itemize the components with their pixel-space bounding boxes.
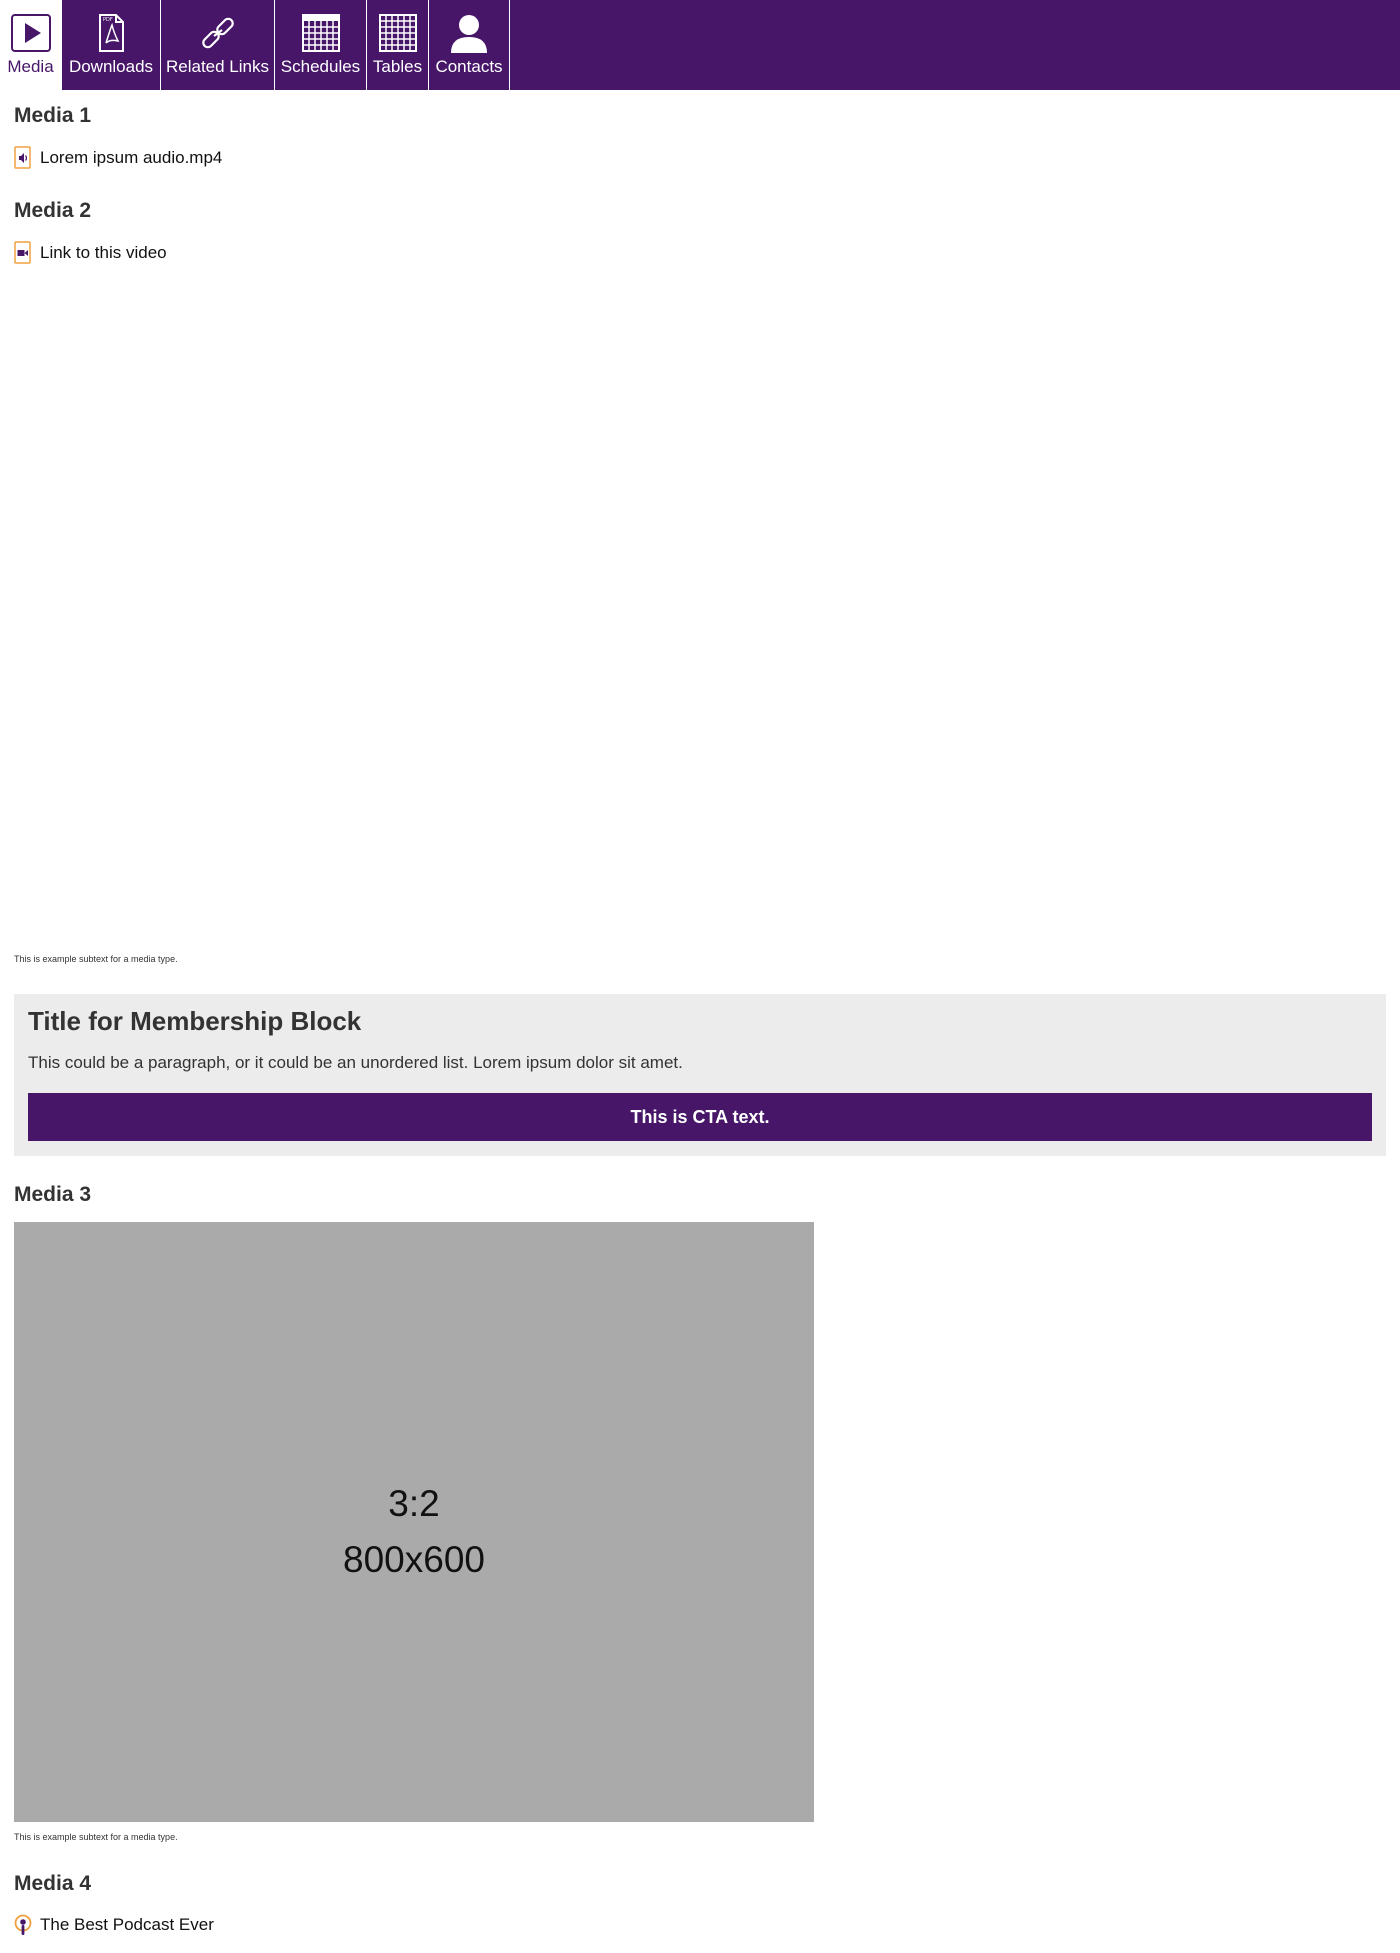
media-2-video-link[interactable]: Link to this video (14, 241, 167, 265)
tab-media[interactable]: Media (0, 0, 62, 90)
media-1-link-text[interactable]: Lorem ipsum audio.mp4 (40, 148, 222, 168)
media-2-link-text[interactable]: Link to this video (40, 243, 167, 263)
table-grid-icon (378, 14, 417, 52)
pdf-file-icon: PDF (99, 14, 124, 52)
play-icon (10, 14, 51, 52)
media-1-audio-link[interactable]: Lorem ipsum audio.mp4 (14, 146, 222, 170)
calendar-grid-icon (301, 14, 340, 52)
cta-button[interactable]: This is CTA text. (28, 1093, 1372, 1141)
media-4-heading: Media 4 (14, 1872, 92, 1895)
tab-label: Tables (372, 57, 423, 76)
media-3-heading: Media 3 (14, 1183, 92, 1206)
media-3-subtext: This is example subtext for a media type… (14, 1832, 178, 1842)
media-1-heading: Media 1 (14, 104, 92, 127)
audio-file-icon (14, 146, 31, 169)
tab-label: Schedules (280, 57, 361, 76)
media-4-link-text[interactable]: The Best Podcast Ever (40, 1915, 214, 1935)
media-2-heading: Media 2 (14, 199, 92, 222)
membership-text: This could be a paragraph, or it could b… (28, 1053, 683, 1072)
tab-contacts[interactable]: Contacts (429, 0, 510, 90)
video-file-icon (14, 241, 31, 264)
tab-label: Related Links (165, 57, 269, 76)
tab-label: Contacts (435, 57, 503, 76)
tab-label: Media (7, 57, 54, 76)
media-4-podcast-link[interactable]: The Best Podcast Ever (14, 1913, 214, 1937)
placeholder-ratio: 3:2 (388, 1483, 440, 1524)
link-icon (201, 17, 234, 49)
placeholder-dimensions: 800x600 (343, 1539, 485, 1580)
tab-tables[interactable]: Tables (367, 0, 429, 90)
person-icon (451, 15, 487, 53)
tab-related-links[interactable]: Related Links (161, 0, 275, 90)
podcast-icon (14, 1914, 32, 1935)
svg-text:PDF: PDF (103, 17, 113, 23)
tab-schedules[interactable]: Schedules (275, 0, 367, 90)
media-2-subtext: This is example subtext for a media type… (14, 954, 178, 964)
membership-block: Title for Membership Block This could be… (14, 994, 1386, 1156)
membership-title: Title for Membership Block (28, 1006, 362, 1036)
tab-downloads[interactable]: PDF Downloads (62, 0, 161, 90)
tab-bar: Media PDF Downloads Related Links Schedu… (0, 0, 1400, 90)
media-3-image-placeholder: 3:2 800x600 (14, 1222, 814, 1822)
tab-label: Downloads (68, 57, 154, 76)
